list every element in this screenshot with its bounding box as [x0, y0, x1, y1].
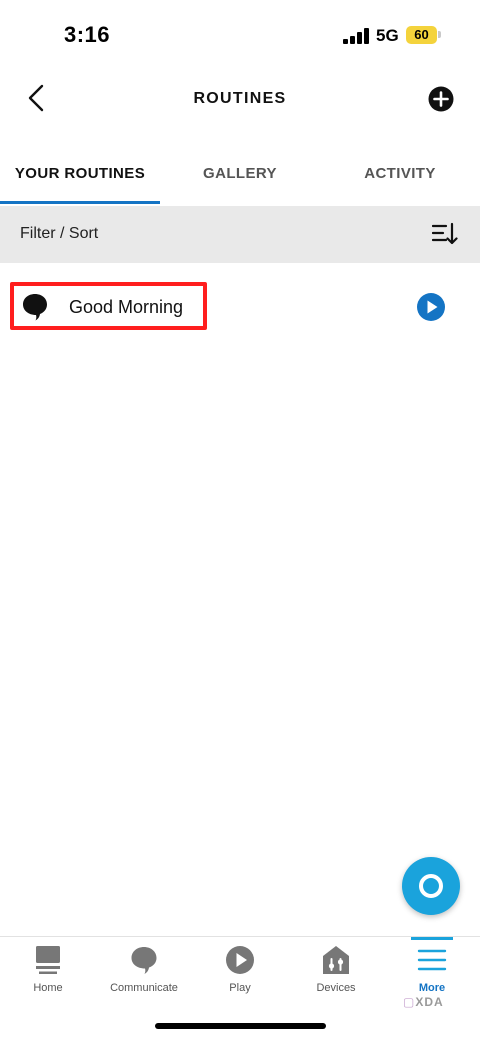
menu-icon: [417, 949, 447, 971]
alexa-button[interactable]: [402, 857, 460, 915]
battery-level: 60: [414, 27, 429, 42]
watermark: ▢XDA: [403, 995, 444, 1009]
add-routine-button[interactable]: [428, 86, 454, 112]
alexa-ring-icon: [419, 874, 443, 898]
page-title: ROUTINES: [193, 90, 287, 107]
status-bar: 3:16 5G 60: [0, 0, 480, 70]
nav-label: Communicate: [110, 982, 178, 994]
communicate-icon: [131, 947, 157, 974]
run-routine-button[interactable]: [416, 292, 446, 322]
battery-cap: [438, 31, 441, 38]
sort-icon[interactable]: [432, 222, 458, 246]
nav-item-devices[interactable]: Devices: [288, 937, 384, 1007]
tab-activity[interactable]: ACTIVITY: [320, 140, 480, 206]
nav-label: More: [418, 982, 446, 994]
nav-label: Play: [229, 982, 251, 994]
home-icon: [36, 946, 60, 974]
speech-bubble-icon: [23, 294, 47, 321]
watermark-logo-icon: ▢: [403, 995, 416, 1009]
filter-sort-label: Filter / Sort: [20, 225, 99, 242]
home-indicator[interactable]: [155, 1023, 326, 1029]
watermark-text: XDA: [415, 995, 444, 1009]
tab-your-routines[interactable]: YOUR ROUTINES: [0, 140, 160, 206]
tab-bar: YOUR ROUTINES GALLERY ACTIVITY: [0, 140, 480, 206]
routine-item[interactable]: Good Morning: [10, 282, 470, 332]
battery-icon: 60: [406, 26, 437, 44]
filter-sort-bar[interactable]: Filter / Sort: [0, 206, 480, 263]
nav-item-play[interactable]: Play: [192, 937, 288, 1007]
signal-icon: [343, 28, 369, 44]
status-time: 3:16: [64, 22, 111, 47]
play-icon: [417, 293, 445, 321]
nav-label: Home: [33, 982, 63, 994]
devices-icon: [323, 946, 349, 974]
routine-name: Good Morning: [69, 297, 184, 317]
nav-item-communicate[interactable]: Communicate: [96, 937, 192, 1007]
nav-item-home[interactable]: Home: [0, 937, 96, 1007]
nav-label: Devices: [316, 982, 356, 994]
network-label: 5G: [376, 26, 399, 45]
play-icon: [226, 946, 254, 974]
plus-circle-icon: [428, 86, 454, 112]
header: ROUTINES: [0, 70, 480, 130]
tab-gallery[interactable]: GALLERY: [160, 140, 320, 206]
